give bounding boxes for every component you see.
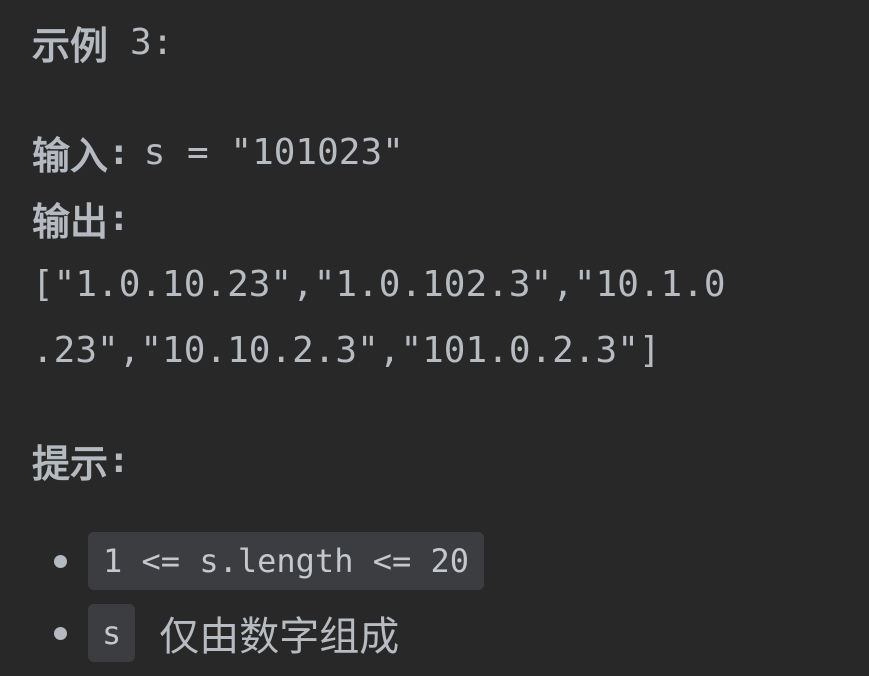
input-label: 输入 <box>32 133 109 178</box>
example-heading: 示例 3: <box>32 14 173 70</box>
output-label: 输出 <box>32 199 109 244</box>
example-title: 示例 <box>32 23 109 68</box>
list-item: 1 <= s.length <= 20 <box>54 532 485 590</box>
input-expression: s = "101023" <box>143 131 404 173</box>
example-number: 3: <box>130 21 174 63</box>
inline-code: s <box>88 604 136 662</box>
hints-label: 提示 <box>32 441 109 486</box>
inline-code: 1 <= s.length <= 20 <box>88 532 485 590</box>
bullet-icon <box>54 626 67 640</box>
output-result-line-1: ["1.0.10.23","1.0.102.3","10.1.0 <box>32 263 726 305</box>
input-colon: : <box>108 131 130 173</box>
bullet-icon <box>54 554 67 568</box>
input-line: 输入 : s = "101023" <box>32 124 404 180</box>
output-line: 输出 : <box>32 190 130 246</box>
list-item: s 仅由数字组成 <box>54 604 484 662</box>
hint-text: 仅由数字组成 <box>159 614 400 660</box>
hints-colon: : <box>108 439 130 481</box>
output-colon: : <box>108 197 130 239</box>
hints-list: 1 <= s.length <= 20 s 仅由数字组成 <box>54 532 485 676</box>
hints-heading: 提示 : <box>32 432 130 488</box>
output-result-line-2: .23","10.10.2.3","101.0.2.3"] <box>32 329 661 371</box>
